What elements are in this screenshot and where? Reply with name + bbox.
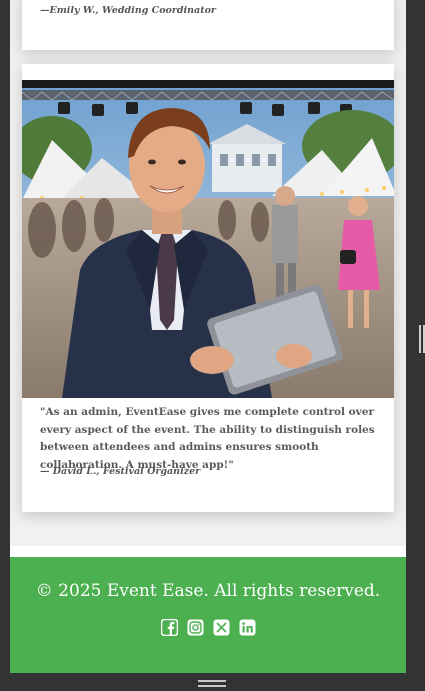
- social-links: [10, 618, 406, 637]
- linkedin-icon[interactable]: [239, 619, 256, 636]
- testimonial-card: "As an admin, EventEase gives me complet…: [22, 64, 394, 512]
- facebook-icon[interactable]: [160, 618, 178, 637]
- testimonial-quote: "As an admin, EventEase gives me complet…: [40, 406, 375, 471]
- testimonial-author: — David L., Festival Organizer: [40, 466, 201, 477]
- footer-copyright: © 2025 Event Ease. All rights reserved.: [35, 581, 381, 601]
- x-twitter-icon[interactable]: [213, 619, 230, 636]
- page-content: —Emily W., Wedding Coordinator "As an ad…: [10, 0, 406, 673]
- section-divider: [10, 546, 406, 557]
- testimonial-image: [22, 80, 394, 398]
- resize-handle-right[interactable]: [419, 325, 425, 353]
- site-footer: © 2025 Event Ease. All rights reserved.: [10, 557, 406, 673]
- testimonial-author: —Emily W., Wedding Coordinator: [40, 5, 216, 16]
- instagram-icon[interactable]: [187, 619, 204, 636]
- resize-handle-bottom[interactable]: [198, 680, 226, 688]
- testimonial-card: —Emily W., Wedding Coordinator: [22, 0, 394, 50]
